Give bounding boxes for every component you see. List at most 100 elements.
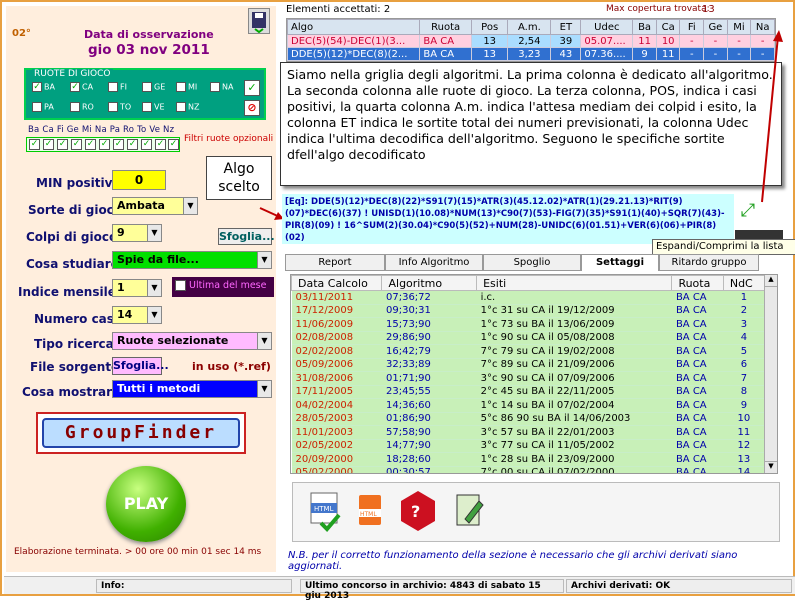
svg-text:HTML: HTML [360, 511, 377, 518]
html-export-icon[interactable]: HTML [309, 491, 343, 532]
table-cell: 5°c 86 90 su BA il 14/06/2003 [476, 412, 672, 426]
export-toolbar: HTML HTML ? [292, 482, 780, 542]
table-cell: 31/08/2006 [291, 371, 382, 386]
calc-table: Data Calcolo Algoritmo Esiti Ruota NdC 0… [290, 274, 778, 474]
table-cell: BA CA [671, 412, 724, 426]
table-row[interactable]: 20/09/2000 18;28;60 1°c 28 su BA il 23/09/… [291, 452, 765, 467]
table-row[interactable]: 11/06/2009 15;73;90 1°c 73 su BA il 13/06/… [291, 317, 765, 332]
tab-settaggi[interactable]: Settaggi [581, 254, 659, 271]
table-cell: 18;28;60 [381, 452, 477, 467]
table-cell: BA CA [671, 358, 724, 372]
table-cell: 10 [723, 412, 765, 426]
espandi-tooltip: Espandi/Comprimi la lista [652, 239, 795, 255]
table-cell: 28/05/2003 [291, 412, 382, 426]
table-cell: 7°c 89 su CA il 21/09/2006 [476, 358, 672, 372]
table-row[interactable]: 02/08/2008 29;86;90 1°c 90 su CA il 05/08/… [291, 331, 765, 345]
table-cell: 16;42;79 [381, 344, 477, 359]
table-row[interactable]: 05/09/2006 32;33;89 7°c 89 su CA il 21/09/… [291, 358, 765, 372]
table-cell: 4 [723, 331, 765, 345]
table-cell: BA CA [671, 331, 724, 345]
table-cell: 3 [723, 317, 765, 332]
table-cell: 11/01/2003 [291, 425, 382, 440]
table-row[interactable]: 11/01/2003 57;58;90 3°c 57 su BA il 22/01/… [291, 425, 765, 440]
app-window: 02° Data di osservazione gio 03 nov 2011… [0, 0, 795, 601]
table-cell: BA CA [671, 344, 724, 359]
dice-icon[interactable]: ? [399, 489, 437, 533]
table-cell: 11/06/2009 [291, 317, 382, 332]
table-cell: 1°c 73 su BA il 13/06/2009 [476, 317, 672, 332]
table-cell: 02/02/2008 [291, 344, 382, 359]
table-cell: BA CA [671, 452, 724, 467]
table-cell: 6 [723, 358, 765, 372]
table-row[interactable]: 31/08/2006 01;71;90 3°c 90 su CA il 07/09/… [291, 371, 765, 386]
svg-text:HTML: HTML [314, 505, 334, 513]
table-cell: 17/12/2009 [291, 304, 382, 318]
table-cell: 1°c 28 su BA il 23/09/2000 [476, 452, 672, 467]
edit-document-icon[interactable] [453, 491, 487, 531]
table-cell: 9 [723, 398, 765, 413]
table-row[interactable]: 17/11/2005 23;45;55 2°c 45 su BA il 22/11/… [291, 385, 765, 399]
table-cell: 20/09/2000 [291, 452, 382, 467]
table-cell: 05/09/2006 [291, 358, 382, 372]
tab-bar: Report Info Algoritmo Spoglio Settaggi R… [285, 254, 782, 271]
tab-report[interactable]: Report [285, 254, 385, 271]
equation-box: [Eq]: DDE(5)(12)*DEC(8)(22)*S91(7)(15)*A… [282, 194, 734, 244]
scroll-down-icon[interactable]: ▼ [765, 461, 777, 473]
expand-icon[interactable]: ⤢ [737, 200, 759, 222]
table-row[interactable]: 03/11/2011 07;36;72 i.c. BA CA 1 [291, 290, 765, 305]
table-cell: 7°c 00 su CA il 07/02/2000 [476, 466, 672, 473]
status-bar: Info: Ultimo concorso in archivio: 4843 … [4, 576, 795, 601]
table-row[interactable]: 02/05/2002 14;77;90 3°c 77 su CA il 11/05/… [291, 439, 765, 453]
status-info: Info: [96, 579, 292, 593]
table-cell: 8 [723, 385, 765, 399]
table-cell: 13 [723, 452, 765, 467]
table-cell: 1°c 14 su BA il 07/02/2004 [476, 398, 672, 413]
scrollbar[interactable]: ▲ ▼ [764, 275, 777, 473]
table-cell: i.c. [476, 290, 672, 305]
tab-info-algoritmo[interactable]: Info Algoritmo [385, 254, 483, 271]
table-cell: 32;33;89 [381, 358, 477, 372]
table-row[interactable]: 02/02/2008 16;42;79 7°c 79 su CA il 19/02/… [291, 344, 765, 359]
table-row[interactable]: 04/02/2004 14;36;60 1°c 14 su BA il 07/02/… [291, 398, 765, 413]
table-row[interactable]: 05/02/2000 00;30;57 7°c 00 su CA il 07/02/… [291, 466, 765, 473]
svg-text:?: ? [411, 502, 420, 521]
table-cell: 04/02/2004 [291, 398, 382, 413]
table-cell: 5 [723, 344, 765, 359]
table-cell: BA CA [671, 371, 724, 386]
table-cell: 02/08/2008 [291, 331, 382, 345]
table-cell: 14;36;60 [381, 398, 477, 413]
table-cell: BA CA [671, 385, 724, 399]
table-cell: 14 [723, 466, 765, 473]
table-cell: 03/11/2011 [291, 290, 382, 305]
table-row[interactable]: 28/05/2003 01;86;90 5°c 86 90 su BA il 14/… [291, 412, 765, 426]
note-text: N.B. per il corretto funzionamento della… [288, 550, 738, 572]
table-row[interactable]: 17/12/2009 09;30;31 1°c 31 su CA il 19/12/… [291, 304, 765, 318]
table-cell: BA CA [671, 439, 724, 453]
table-cell: 02/05/2002 [291, 439, 382, 453]
table-cell: 00;30;57 [381, 466, 477, 473]
status-concorso: Ultimo concorso in archivio: 4843 di sab… [300, 579, 564, 601]
table-cell: 3°c 77 su CA il 11/05/2002 [476, 439, 672, 453]
table-cell: 1°c 31 su CA il 19/12/2009 [476, 304, 672, 318]
table-cell: 3°c 57 su BA il 22/01/2003 [476, 425, 672, 440]
table-cell: 07;36;72 [381, 290, 477, 305]
table-cell: 1°c 90 su CA il 05/08/2008 [476, 331, 672, 345]
tab-spoglio[interactable]: Spoglio [483, 254, 581, 271]
table-cell: 09;30;31 [381, 304, 477, 318]
scroll-up-icon[interactable]: ▲ [765, 275, 777, 287]
table-cell: BA CA [671, 466, 724, 473]
table-cell: BA CA [671, 304, 724, 318]
table-cell: 01;86;90 [381, 412, 477, 426]
table-cell: 23;45;55 [381, 385, 477, 399]
table-cell: 2°c 45 su BA il 22/11/2005 [476, 385, 672, 399]
table-cell: 01;71;90 [381, 371, 477, 386]
tab-ritardo-gruppo[interactable]: Ritardo gruppo [659, 254, 759, 271]
table-cell: 2 [723, 304, 765, 318]
table-cell: 12 [723, 439, 765, 453]
table-cell: 11 [723, 425, 765, 440]
html-file-icon[interactable]: HTML [355, 491, 387, 531]
table-cell: 3°c 90 su CA il 07/09/2006 [476, 371, 672, 386]
table-cell: 57;58;90 [381, 425, 477, 440]
table-cell: BA CA [671, 290, 724, 305]
table-cell: 29;86;90 [381, 331, 477, 345]
